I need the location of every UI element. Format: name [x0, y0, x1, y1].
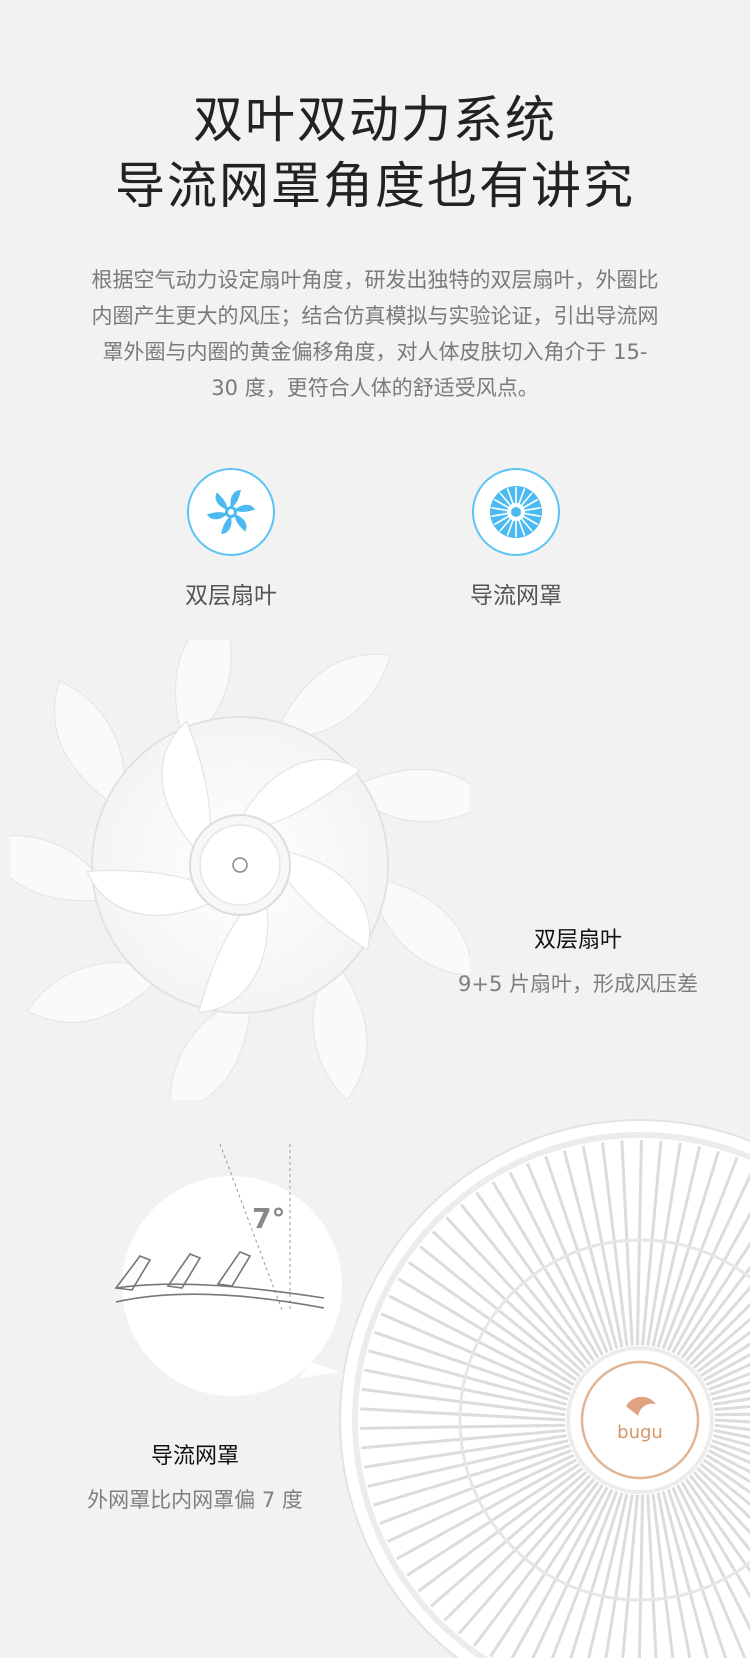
guard-grille-icon: [472, 468, 560, 556]
fan-blade-icon: [187, 468, 275, 556]
feature-label-blade: 双层扇叶: [185, 583, 277, 609]
fan-blade-image: [0, 606, 491, 1115]
page-title-line1: 双叶双动力系统: [193, 91, 557, 149]
blade-section-title: 双层扇叶: [533, 928, 622, 953]
guard-grille-image: bugu: [330, 1110, 750, 1658]
description-paragraph: 根据空气动力设定扇叶角度，研发出独特的双层扇叶，外圈比内圈产生更大的风压；结合仿…: [91, 268, 659, 400]
feature-label-guard: 导流网罩: [470, 583, 562, 609]
guard-section-subtitle: 外网罩比内网罩偏 7 度: [87, 1488, 303, 1512]
blade-section-subtitle: 9+5 片扇叶，形成风压差: [458, 972, 698, 996]
angle-detail-image: 7°: [110, 1140, 350, 1400]
guard-section-title: 导流网罩: [150, 1444, 239, 1469]
page-title-line2: 导流网罩角度也有讲究: [115, 157, 635, 215]
angle-label: 7°: [252, 1202, 285, 1235]
brand-logo-text: bugu: [617, 1422, 663, 1443]
